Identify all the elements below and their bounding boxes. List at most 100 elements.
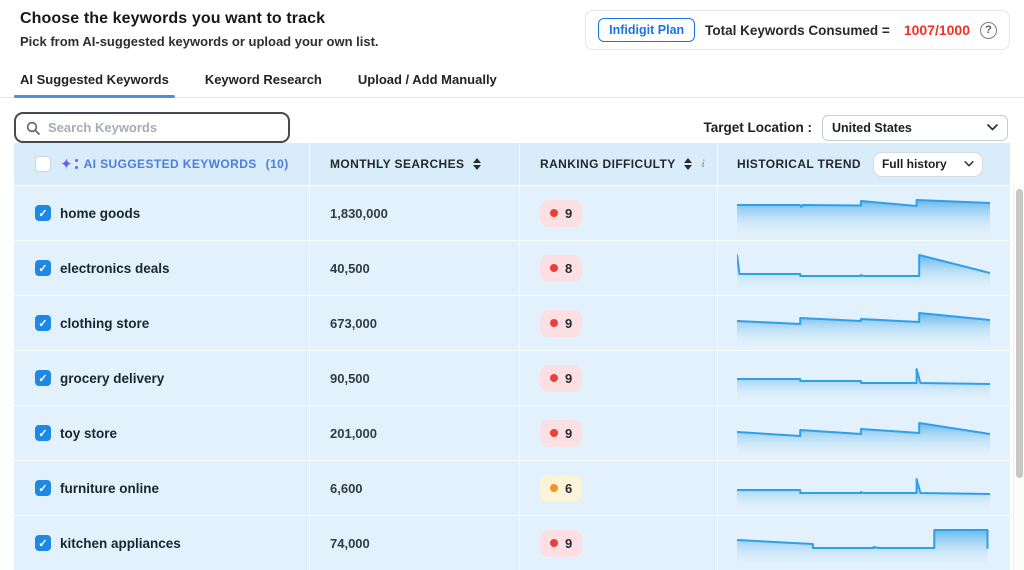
target-location: Target Location : United States (703, 115, 1008, 141)
page-header: Choose the keywords you want to track Pi… (0, 0, 1024, 50)
cell-ranking-difficulty: 9 (520, 516, 718, 570)
cell-monthly-searches: 90,500 (310, 351, 520, 405)
target-location-value: United States (832, 121, 912, 135)
difficulty-value: 9 (565, 371, 572, 386)
difficulty-value: 9 (565, 536, 572, 551)
cell-ranking-difficulty: 9 (520, 351, 718, 405)
tab-keyword-research[interactable]: Keyword Research (205, 66, 322, 97)
monthly-searches-value: 6,600 (330, 481, 363, 496)
keyword-label: kitchen appliances (60, 536, 181, 551)
cell-keyword: ✓ grocery delivery (14, 351, 310, 405)
header-cell-keywords: ✦ AI SUGGESTED KEYWORDS (10) (14, 143, 310, 185)
keyword-tracking-page: Choose the keywords you want to track Pi… (0, 0, 1024, 570)
table-row: ✓ home goods 1,830,000 9 (14, 185, 1010, 240)
cell-historical-trend (718, 351, 1010, 405)
difficulty-value: 6 (565, 481, 572, 496)
row-checkbox[interactable]: ✓ (35, 315, 51, 331)
header-titles: Choose the keywords you want to track Pi… (20, 10, 379, 49)
trend-sparkline (737, 413, 990, 453)
difficulty-badge: 9 (540, 530, 582, 557)
trend-sparkline (737, 468, 990, 508)
row-checkbox[interactable]: ✓ (35, 535, 51, 551)
info-icon[interactable]: i (702, 158, 705, 170)
trend-sparkline (737, 193, 990, 233)
trend-sparkline (737, 358, 990, 398)
row-checkbox[interactable]: ✓ (35, 425, 51, 441)
difficulty-dot-icon (550, 264, 558, 272)
monthly-searches-value: 673,000 (330, 316, 377, 331)
scrollbar-thumb[interactable] (1016, 189, 1023, 478)
scrollbar-track (1013, 185, 1024, 570)
difficulty-badge: 9 (540, 200, 582, 227)
page-title: Choose the keywords you want to track (20, 10, 379, 28)
ai-sparkle-icon: ✦ (60, 157, 73, 172)
difficulty-badge: 6 (540, 475, 582, 502)
ranking-difficulty-label: RANKING DIFFICULTY (540, 157, 676, 171)
target-location-select[interactable]: United States (822, 115, 1008, 141)
monthly-searches-value: 74,000 (330, 536, 370, 551)
difficulty-value: 9 (565, 316, 572, 331)
tab-ai-suggested-keywords[interactable]: AI Suggested Keywords (20, 66, 169, 97)
row-checkbox[interactable]: ✓ (35, 480, 51, 496)
trend-range-value: Full history (882, 157, 947, 171)
tab-bar: AI Suggested Keywords Keyword Research U… (0, 66, 1024, 98)
keywords-count: (10) (266, 157, 289, 171)
header-cell-monthly-searches: MONTHLY SEARCHES (310, 143, 520, 185)
row-checkbox[interactable]: ✓ (35, 260, 51, 276)
header-cell-historical-trend: HISTORICAL TREND Full history (718, 143, 1010, 185)
cell-historical-trend (718, 461, 1010, 515)
cell-monthly-searches: 201,000 (310, 406, 520, 460)
cell-historical-trend (718, 406, 1010, 460)
select-all-checkbox[interactable] (35, 156, 51, 172)
cell-ranking-difficulty: 8 (520, 241, 718, 295)
chevron-down-icon (964, 161, 974, 167)
consumed-label: Total Keywords Consumed = (705, 23, 890, 38)
help-icon[interactable]: ? (980, 22, 997, 39)
difficulty-badge: 9 (540, 310, 582, 337)
search-box[interactable] (14, 112, 290, 143)
cell-ranking-difficulty: 9 (520, 296, 718, 350)
cell-keyword: ✓ home goods (14, 186, 310, 240)
cell-historical-trend (718, 296, 1010, 350)
difficulty-value: 9 (565, 206, 572, 221)
sort-icon-monthly[interactable] (473, 158, 481, 170)
monthly-searches-value: 1,830,000 (330, 206, 388, 221)
consumed-value: 1007/1000 (904, 22, 970, 38)
keyword-label: toy store (60, 426, 117, 441)
trend-sparkline (737, 248, 990, 288)
row-checkbox[interactable]: ✓ (35, 205, 51, 221)
difficulty-dot-icon (550, 429, 558, 437)
keywords-column-label: AI SUGGESTED KEYWORDS (84, 157, 257, 171)
search-icon (26, 121, 40, 135)
tab-upload-add-manually[interactable]: Upload / Add Manually (358, 66, 497, 97)
monthly-searches-value: 40,500 (330, 261, 370, 276)
difficulty-dot-icon (550, 539, 558, 547)
cell-monthly-searches: 673,000 (310, 296, 520, 350)
sort-icon-difficulty[interactable] (684, 158, 692, 170)
cell-monthly-searches: 40,500 (310, 241, 520, 295)
table-body: ✓ home goods 1,830,000 9 ✓ electronics d… (14, 185, 1010, 570)
cell-keyword: ✓ clothing store (14, 296, 310, 350)
cell-keyword: ✓ kitchen appliances (14, 516, 310, 570)
cell-ranking-difficulty: 6 (520, 461, 718, 515)
trend-sparkline (737, 303, 990, 343)
difficulty-dot-icon (550, 374, 558, 382)
keyword-label: grocery delivery (60, 371, 164, 386)
table-row: ✓ grocery delivery 90,500 9 (14, 350, 1010, 405)
cell-keyword: ✓ electronics deals (14, 241, 310, 295)
cell-keyword: ✓ furniture online (14, 461, 310, 515)
search-input[interactable] (48, 120, 278, 135)
header-cell-ranking-difficulty: RANKING DIFFICULTY i (520, 143, 718, 185)
difficulty-value: 8 (565, 261, 572, 276)
historical-trend-label: HISTORICAL TREND (737, 157, 861, 171)
trend-range-select[interactable]: Full history (873, 152, 983, 177)
target-location-label: Target Location : (703, 120, 812, 135)
cell-monthly-searches: 6,600 (310, 461, 520, 515)
keyword-label: home goods (60, 206, 140, 221)
difficulty-dot-icon (550, 209, 558, 217)
difficulty-dot-icon (550, 484, 558, 492)
row-checkbox[interactable]: ✓ (35, 370, 51, 386)
plan-button[interactable]: Infidigit Plan (598, 18, 695, 42)
difficulty-dot-icon (550, 319, 558, 327)
difficulty-badge: 9 (540, 420, 582, 447)
